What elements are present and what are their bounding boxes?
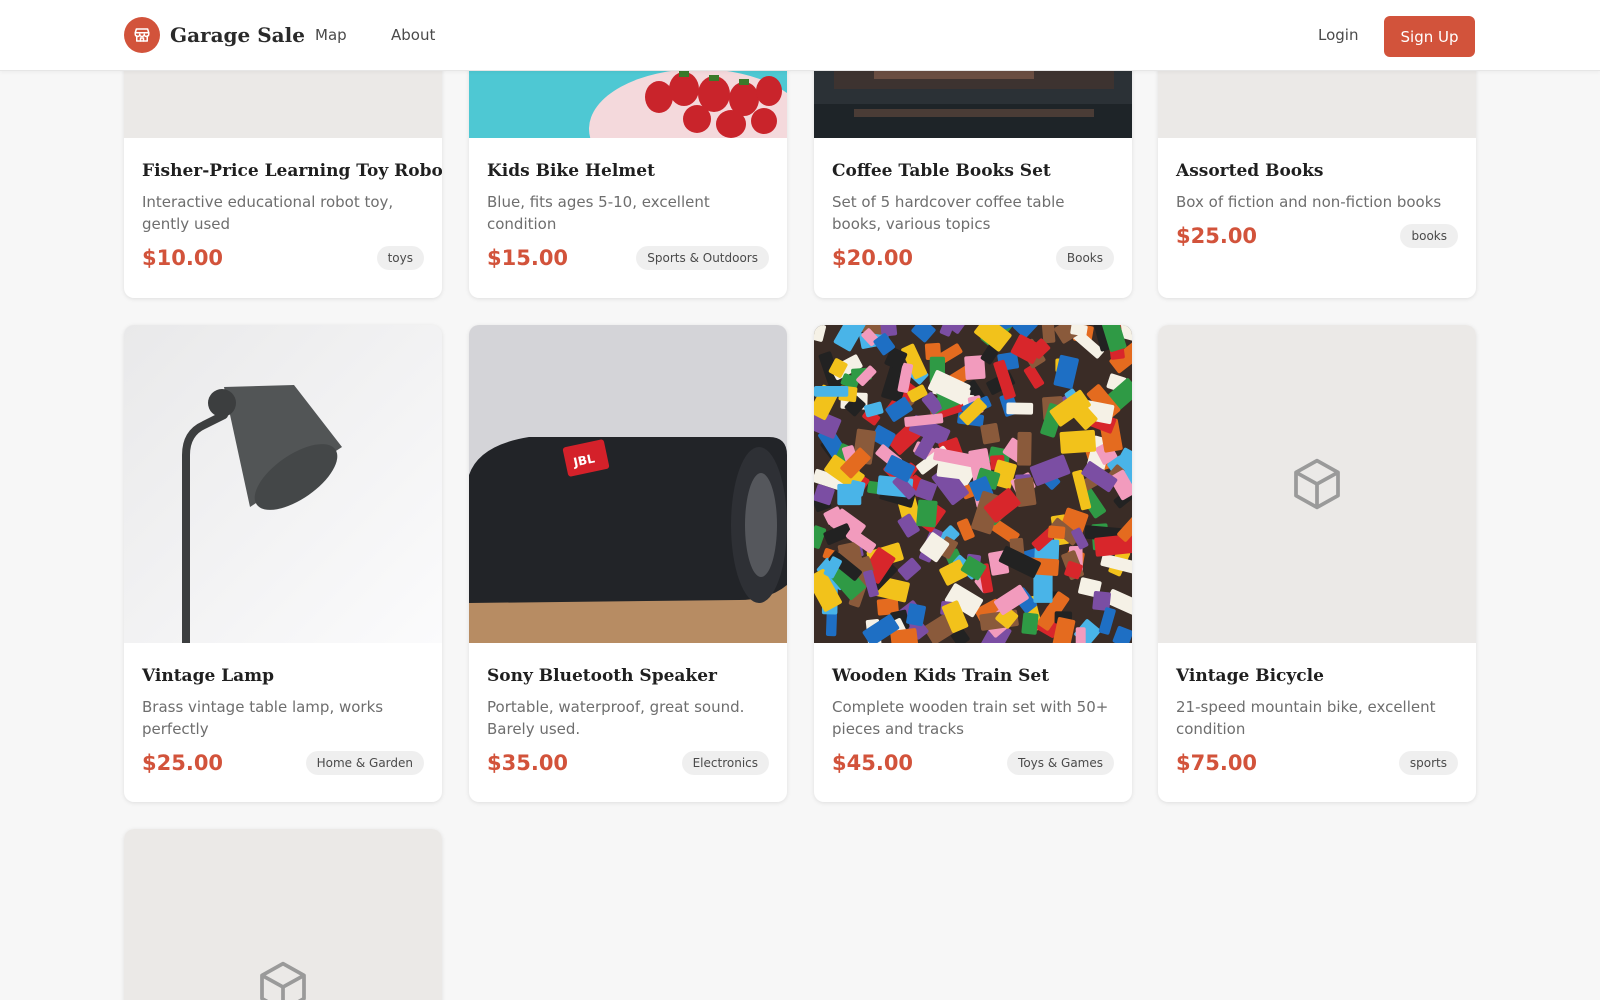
product-card[interactable]: Wooden Kids Train Set Complete wooden tr… xyxy=(814,325,1132,802)
product-title: Kids Bike Helmet xyxy=(487,161,655,181)
brand-logo[interactable]: Garage Sale xyxy=(124,17,305,53)
category-tag: Toys & Games xyxy=(1007,751,1114,775)
product-card[interactable]: Vintage Bicycle 21-speed mountain bike, … xyxy=(1158,325,1476,802)
product-price: $35.00 xyxy=(487,751,569,775)
product-description: Complete wooden train set with 50+ piece… xyxy=(832,698,1109,738)
product-image xyxy=(814,325,1132,643)
product-image: JBL xyxy=(469,325,787,643)
product-price: $45.00 xyxy=(832,751,914,775)
product-description: Brass vintage table lamp, works perfectl… xyxy=(142,698,384,738)
box-icon xyxy=(260,961,306,1000)
top-navbar: Garage Sale Map About Login Sign Up xyxy=(0,0,1600,71)
nav-map-link[interactable]: Map xyxy=(315,26,347,44)
category-tag: books xyxy=(1400,224,1458,248)
product-title: Sony Bluetooth Speaker xyxy=(487,666,717,686)
storefront-icon xyxy=(124,17,160,53)
product-title: Assorted Books xyxy=(1176,161,1324,181)
product-description: Box of fiction and non-fiction books xyxy=(1176,193,1442,211)
product-price: $75.00 xyxy=(1176,751,1258,775)
category-tag: Books xyxy=(1055,246,1114,270)
category-tag: Sports & Outdoors xyxy=(636,246,769,270)
product-price: $25.00 xyxy=(1176,224,1258,248)
product-card[interactable]: JBL Sony Bluetooth Speaker Portable, wat… xyxy=(469,325,787,802)
category-tag: Electronics xyxy=(681,751,769,775)
product-price: $25.00 xyxy=(142,751,224,775)
box-icon xyxy=(1294,458,1340,510)
product-title: Vintage Lamp xyxy=(142,666,275,686)
product-price: $20.00 xyxy=(832,246,914,270)
brand-name: Garage Sale xyxy=(170,23,305,47)
product-price: $10.00 xyxy=(142,246,224,270)
product-description: Interactive educational robot toy, gentl… xyxy=(142,193,394,233)
product-price: $15.00 xyxy=(487,246,569,270)
product-title: Wooden Kids Train Set xyxy=(832,666,1050,686)
product-card[interactable] xyxy=(124,829,442,1000)
category-tag: toys xyxy=(376,246,424,270)
product-title: Coffee Table Books Set xyxy=(832,161,1051,181)
category-tag: Home & Garden xyxy=(305,751,424,775)
product-image xyxy=(124,325,442,643)
product-card[interactable]: Vintage Lamp Brass vintage table lamp, w… xyxy=(124,325,442,802)
signup-button[interactable]: Sign Up xyxy=(1384,16,1475,57)
product-description: Blue, fits ages 5-10, excellent conditio… xyxy=(487,193,710,233)
product-title: Vintage Bicycle xyxy=(1176,666,1324,686)
product-image-placeholder xyxy=(124,829,442,1000)
product-description: Set of 5 hardcover coffee table books, v… xyxy=(832,193,1065,233)
product-title: Fisher-Price Learning Toy Robot xyxy=(142,161,442,181)
login-link[interactable]: Login xyxy=(1318,26,1358,44)
product-description: 21-speed mountain bike, excellent condit… xyxy=(1176,698,1436,738)
product-image-placeholder xyxy=(1158,325,1476,643)
product-description: Portable, waterproof, great sound. Barel… xyxy=(487,698,745,738)
nav-about-link[interactable]: About xyxy=(391,26,435,44)
category-tag: sports xyxy=(1398,751,1458,775)
